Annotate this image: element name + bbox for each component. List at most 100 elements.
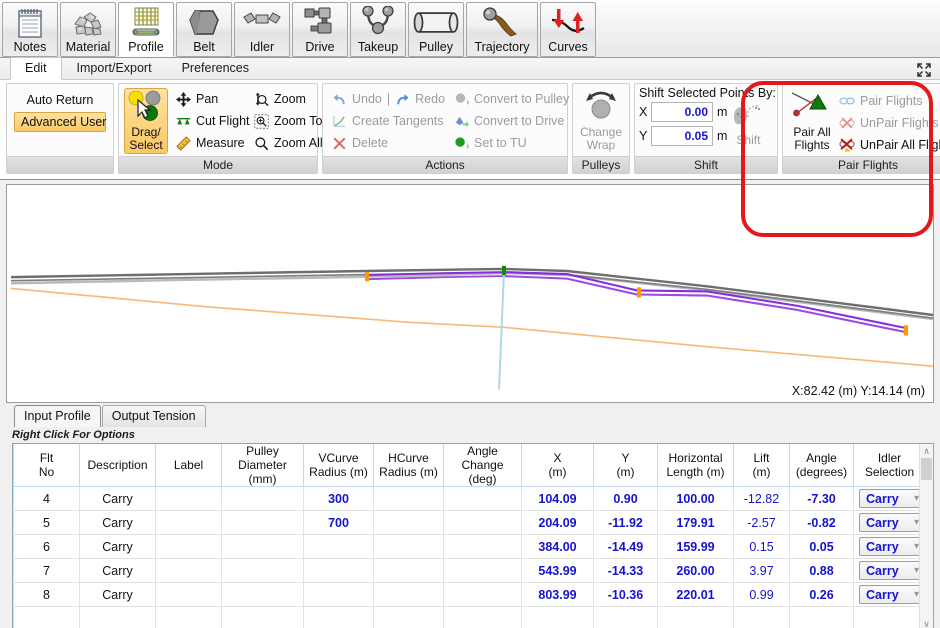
cell-description[interactable]	[79, 606, 156, 628]
cell-idler-selection[interactable]: Carry ▾	[853, 534, 926, 559]
cell-x[interactable]: 104.09	[521, 486, 594, 511]
toolbar-button-material[interactable]: Material	[60, 2, 116, 57]
cell-label[interactable]	[155, 510, 222, 535]
cell-hcurve-radius[interactable]	[373, 582, 444, 607]
shift-y-input[interactable]: 0.05	[651, 126, 713, 146]
cell-pulley-diameter[interactable]	[221, 510, 304, 535]
cell-x[interactable]: 384.00	[521, 534, 594, 559]
column-header-label[interactable]: Label	[155, 444, 222, 487]
cell-vcurve-radius[interactable]	[303, 534, 374, 559]
cell-idler-selection[interactable]: Carry ▾	[853, 486, 926, 511]
cell-hcurve-radius[interactable]	[373, 558, 444, 583]
cell-vcurve-radius[interactable]	[303, 606, 374, 628]
toolbar-button-takeup[interactable]: Takeup	[350, 2, 406, 57]
action-item-redo[interactable]: Redo	[393, 88, 450, 110]
column-header-hcurve-radius[interactable]: HCurve Radius (m)	[373, 444, 444, 487]
cell-horizontal-length[interactable]: 159.99	[657, 534, 734, 559]
cell-pulley-diameter[interactable]	[221, 558, 304, 583]
vertical-scroll-thumb[interactable]	[921, 458, 932, 480]
ribbon-tab-import-export[interactable]: Import/Export	[62, 57, 167, 79]
cell-pulley-diameter[interactable]	[221, 582, 304, 607]
cell-y[interactable]: -14.49	[593, 534, 658, 559]
cell-angle-change[interactable]	[443, 534, 522, 559]
toolbar-button-drive[interactable]: Drive	[292, 2, 348, 57]
cell-label[interactable]	[155, 534, 222, 559]
cell-idler-selection[interactable]: Carry ▾	[853, 558, 926, 583]
cell-lift[interactable]: 0.99	[733, 582, 790, 607]
drag-select-button[interactable]: Drag/ Select	[124, 88, 168, 154]
column-header-lift[interactable]: Lift (m)	[733, 444, 790, 487]
pair-all-flights-button[interactable]: Pair All Flights	[788, 88, 836, 152]
cell-horizontal-length[interactable]: 260.00	[657, 558, 734, 583]
cell-pulley-diameter[interactable]	[221, 534, 304, 559]
cell-vcurve-radius[interactable]	[303, 582, 374, 607]
action-item-undo[interactable]: Undo	[328, 88, 384, 110]
unpair-all-flights-item[interactable]: UnPair All Flights	[836, 134, 940, 156]
toolbar-button-profile[interactable]: Profile	[118, 2, 174, 57]
profile-graph[interactable]: X:82.42 (m) Y:14.14 (m)	[6, 184, 934, 403]
cell-angle-change[interactable]	[443, 582, 522, 607]
cell-hcurve-radius[interactable]	[373, 606, 444, 628]
cell-angle[interactable]: 0.26	[789, 582, 854, 607]
cell-idler-selection[interactable]	[853, 606, 926, 628]
shift-button[interactable]: Shift	[728, 100, 768, 147]
ribbon-tab-edit[interactable]: Edit	[10, 57, 62, 80]
cell-flt-no[interactable]: 5	[13, 510, 80, 535]
column-header-pulley-diameter[interactable]: Pulley Diameter (mm)	[221, 444, 304, 487]
toolbar-button-trajectory[interactable]: Trajectory	[466, 2, 538, 57]
toolbar-button-notes[interactable]: Notes	[2, 2, 58, 57]
column-header-vcurve-radius[interactable]: VCurve Radius (m)	[303, 444, 374, 487]
cell-lift[interactable]: -2.57	[733, 510, 790, 535]
cell-label[interactable]	[155, 486, 222, 511]
column-header-angle-change[interactable]: Angle Change (deg)	[443, 444, 522, 487]
mode-item-zoom-all[interactable]: Zoom All	[250, 132, 326, 154]
idler-selection-dropdown[interactable]: Carry ▾	[859, 537, 923, 556]
cell-description[interactable]: Carry	[79, 558, 156, 583]
cell-idler-selection[interactable]: Carry ▾	[853, 582, 926, 607]
tab-output-tension[interactable]: Output Tension	[101, 405, 206, 427]
shift-x-input[interactable]: 0.00	[651, 102, 713, 122]
column-header-x[interactable]: X (m)	[521, 444, 594, 487]
cell-lift[interactable]	[733, 606, 790, 628]
cell-angle-change[interactable]	[443, 558, 522, 583]
cell-description[interactable]: Carry	[79, 510, 156, 535]
action-item-set-to-tu[interactable]: Set to TU	[450, 132, 562, 154]
cell-horizontal-length[interactable]: 179.91	[657, 510, 734, 535]
table-vertical-scrollbar[interactable]: ∧ ∨	[919, 444, 933, 628]
scroll-down-arrow-icon[interactable]: ∨	[920, 617, 933, 628]
table-row[interactable]: 5 Carry 700 204.09 -11.92 179.91 -2.57 -…	[13, 510, 933, 535]
pair-flights-item[interactable]: Pair Flights	[836, 90, 940, 112]
mode-item-cut-flight[interactable]: Cut Flight	[172, 110, 250, 132]
toolbar-button-curves[interactable]: Curves	[540, 2, 596, 57]
mode-item-pan[interactable]: Pan	[172, 88, 250, 110]
toolbar-button-idler[interactable]: Idler	[234, 2, 290, 57]
cell-idler-selection[interactable]: Carry ▾	[853, 510, 926, 535]
cell-label[interactable]	[155, 558, 222, 583]
cell-horizontal-length[interactable]: 220.01	[657, 582, 734, 607]
column-header-flt-no[interactable]: Flt No	[13, 444, 80, 487]
cell-hcurve-radius[interactable]	[373, 486, 444, 511]
mode-item-zoom-to[interactable]: Zoom To	[250, 110, 326, 132]
idler-selection-dropdown[interactable]: Carry ▾	[859, 585, 923, 604]
cell-description[interactable]: Carry	[79, 582, 156, 607]
cell-angle[interactable]: 0.05	[789, 534, 854, 559]
cell-x[interactable]: 204.09	[521, 510, 594, 535]
column-header-angle[interactable]: Angle (degrees)	[789, 444, 854, 487]
cell-flt-no[interactable]	[13, 606, 80, 628]
column-header-y[interactable]: Y (m)	[593, 444, 658, 487]
toolbar-button-belt[interactable]: Belt	[176, 2, 232, 57]
idler-selection-dropdown[interactable]: Carry ▾	[859, 489, 923, 508]
idler-selection-dropdown[interactable]: Carry ▾	[859, 513, 923, 532]
advanced-user-button[interactable]: Advanced User	[14, 112, 106, 132]
cell-vcurve-radius[interactable]: 700	[303, 510, 374, 535]
expand-arrows-icon[interactable]	[916, 62, 932, 78]
cell-hcurve-radius[interactable]	[373, 534, 444, 559]
column-header-horizontal-length[interactable]: Horizontal Length (m)	[657, 444, 734, 487]
scroll-up-arrow-icon[interactable]: ∧	[920, 444, 933, 458]
mode-item-zoom[interactable]: Zoom	[250, 88, 326, 110]
cell-hcurve-radius[interactable]	[373, 510, 444, 535]
cell-horizontal-length[interactable]: 100.00	[657, 486, 734, 511]
column-header-idler-selection[interactable]: Idler Selection	[853, 444, 926, 487]
cell-angle[interactable]	[789, 606, 854, 628]
cell-flt-no[interactable]: 4	[13, 486, 80, 511]
